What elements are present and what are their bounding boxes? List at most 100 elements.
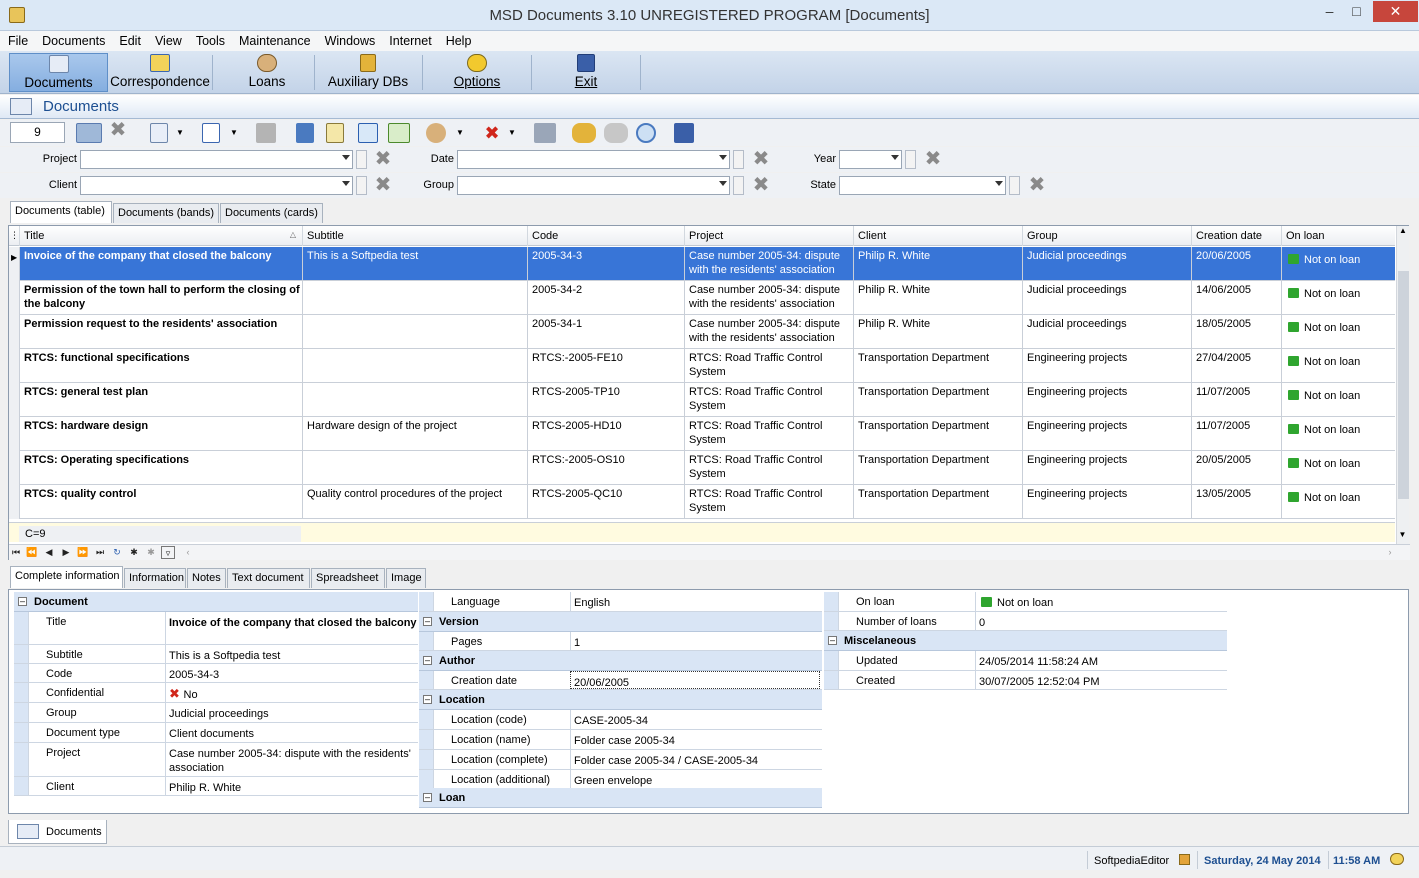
column-header-client[interactable]: Client <box>853 226 1022 246</box>
row-indicator[interactable] <box>9 417 19 451</box>
cell-code[interactable]: RTCS-2005-HD10 <box>527 417 684 451</box>
property-row[interactable]: Number of loans 0 <box>824 612 1227 631</box>
cell-subtitle[interactable] <box>302 383 527 417</box>
section-document[interactable]: – Document <box>14 592 418 612</box>
cell-loan[interactable]: Not on loan <box>1281 451 1395 485</box>
property-row[interactable]: Title Invoice of the company that closed … <box>14 612 418 645</box>
cell-loan[interactable]: Not on loan <box>1281 383 1395 417</box>
menu-view[interactable]: View <box>148 31 189 49</box>
menu-documents[interactable]: Documents <box>35 31 112 49</box>
magnifier-icon[interactable] <box>636 123 656 143</box>
toolbar-correspondence-button[interactable]: Correspondence <box>110 53 210 92</box>
cell-project[interactable]: Case number 2005-34: dispute with the re… <box>684 247 853 281</box>
cell-date[interactable]: 20/05/2005 <box>1191 451 1281 485</box>
property-row[interactable]: On loan Not on loan <box>824 592 1227 612</box>
cell-title[interactable]: Permission request to the residents' ass… <box>19 315 302 349</box>
info-icon[interactable] <box>202 123 220 143</box>
add-record-icon[interactable] <box>358 123 378 143</box>
collapse-icon[interactable]: – <box>18 597 27 606</box>
cell-group[interactable]: Judicial proceedings <box>1022 315 1191 349</box>
property-row[interactable]: Subtitle This is a Softpedia test <box>14 645 418 664</box>
folder-icon[interactable] <box>256 123 276 143</box>
loans-person-icon[interactable] <box>426 123 446 143</box>
client-filter-spinner[interactable] <box>356 176 367 195</box>
cell-group[interactable]: Judicial proceedings <box>1022 281 1191 315</box>
project-filter-spinner[interactable] <box>356 150 367 169</box>
group-filter-combo[interactable] <box>457 176 730 195</box>
cell-subtitle[interactable]: Quality control procedures of the projec… <box>302 485 527 519</box>
column-header-title[interactable]: Title △ <box>19 226 302 246</box>
close-button[interactable]: ✕ <box>1373 1 1418 22</box>
collapse-icon[interactable]: – <box>423 656 432 665</box>
cell-group[interactable]: Judicial proceedings <box>1022 247 1191 281</box>
cell-project[interactable]: RTCS: Road Traffic Control System <box>684 417 853 451</box>
property-row[interactable]: Created 30/07/2005 12:52:04 PM <box>824 671 1227 690</box>
cell-client[interactable]: Philip R. White <box>853 247 1022 281</box>
state-filter-spinner[interactable] <box>1009 176 1020 195</box>
date-filter-clear-icon[interactable]: ✖ <box>751 149 771 169</box>
cell-loan[interactable]: Not on loan <box>1281 485 1395 519</box>
state-filter-clear-icon[interactable]: ✖ <box>1027 175 1047 195</box>
loans-dropdown-icon[interactable]: ▼ <box>456 123 466 143</box>
property-row[interactable]: Document type Client documents <box>14 723 418 743</box>
collapse-icon[interactable]: – <box>828 636 837 645</box>
cell-loan[interactable]: Not on loan <box>1281 315 1395 349</box>
cell-client[interactable]: Transportation Department <box>853 349 1022 383</box>
tab-text-document[interactable]: Text document <box>227 568 310 588</box>
section-version[interactable]: – Version <box>419 612 822 632</box>
cell-subtitle[interactable] <box>302 315 527 349</box>
tab-information[interactable]: Information <box>124 568 186 588</box>
cell-date[interactable]: 18/05/2005 <box>1191 315 1281 349</box>
minimize-button[interactable]: – <box>1316 1 1343 22</box>
cell-code[interactable]: 2005-34-1 <box>527 315 684 349</box>
property-row[interactable]: Project Case number 2005-34: dispute with… <box>14 743 418 777</box>
menu-help[interactable]: Help <box>439 31 479 49</box>
row-indicator[interactable] <box>9 383 19 417</box>
row-indicator[interactable] <box>9 485 19 519</box>
table-row[interactable]: Permission of the town hall to perform t… <box>9 281 1395 315</box>
year-filter-spinner[interactable] <box>905 150 916 169</box>
year-filter-combo[interactable] <box>839 150 902 169</box>
tab-documents-bands[interactable]: Documents (bands) <box>113 203 219 223</box>
table-row[interactable]: ▶ Invoice of the company that closed the … <box>9 247 1395 281</box>
delete-dropdown-icon[interactable]: ▼ <box>508 123 518 143</box>
property-row[interactable]: Location (code) CASE-2005-34 <box>419 710 822 730</box>
scroll-thumb[interactable] <box>1398 271 1409 499</box>
group-filter-clear-icon[interactable]: ✖ <box>751 175 771 195</box>
cell-title[interactable]: Permission of the town hall to perform t… <box>19 281 302 315</box>
cell-date[interactable]: 11/07/2005 <box>1191 417 1281 451</box>
cell-title[interactable]: RTCS: hardware design <box>19 417 302 451</box>
section-author[interactable]: – Author <box>419 651 822 671</box>
cell-date[interactable]: 13/05/2005 <box>1191 485 1281 519</box>
table-row[interactable]: RTCS: Operating specifications RTCS:-2005… <box>9 451 1395 485</box>
maximize-button[interactable]: □ <box>1343 1 1370 22</box>
property-row[interactable]: Pages 1 <box>419 632 822 651</box>
project-filter-clear-icon[interactable]: ✖ <box>373 149 393 169</box>
property-row[interactable]: Creation date 20/06/2005 <box>419 671 822 690</box>
tab-documents-table[interactable]: Documents (table) <box>10 201 112 223</box>
filter-handshake-icon[interactable] <box>76 123 102 143</box>
group-filter-spinner[interactable] <box>733 176 744 195</box>
column-header-creation-date[interactable]: Creation date <box>1191 226 1281 246</box>
creation-date-field[interactable]: 20/06/2005 <box>570 671 820 689</box>
nav-insert-icon[interactable]: ✱ <box>127 546 141 559</box>
cell-group[interactable]: Engineering projects <box>1022 451 1191 485</box>
scroll-down-icon[interactable]: ▼ <box>1397 530 1408 539</box>
tab-complete-information[interactable]: Complete information <box>10 566 123 588</box>
section-location[interactable]: – Location <box>419 690 822 710</box>
cell-title[interactable]: RTCS: general test plan <box>19 383 302 417</box>
property-row[interactable]: Location (additional) Green envelope <box>419 770 822 790</box>
tab-image[interactable]: Image <box>386 568 426 588</box>
cell-project[interactable]: RTCS: Road Traffic Control System <box>684 383 853 417</box>
nav-last-icon[interactable]: ⏭ <box>93 546 107 559</box>
cell-project[interactable]: RTCS: Road Traffic Control System <box>684 451 853 485</box>
cell-subtitle[interactable]: Hardware design of the project <box>302 417 527 451</box>
delete-icon[interactable]: ✖ <box>482 123 502 143</box>
notes-icon[interactable] <box>326 123 344 143</box>
column-header-on-loan[interactable]: On loan <box>1281 226 1395 246</box>
property-row[interactable]: Client Philip R. White <box>14 777 418 796</box>
cell-loan[interactable]: Not on loan <box>1281 349 1395 383</box>
cell-code[interactable]: 2005-34-2 <box>527 281 684 315</box>
collapse-icon[interactable]: – <box>423 793 432 802</box>
property-row[interactable]: Location (name) Folder case 2005-34 <box>419 730 822 750</box>
